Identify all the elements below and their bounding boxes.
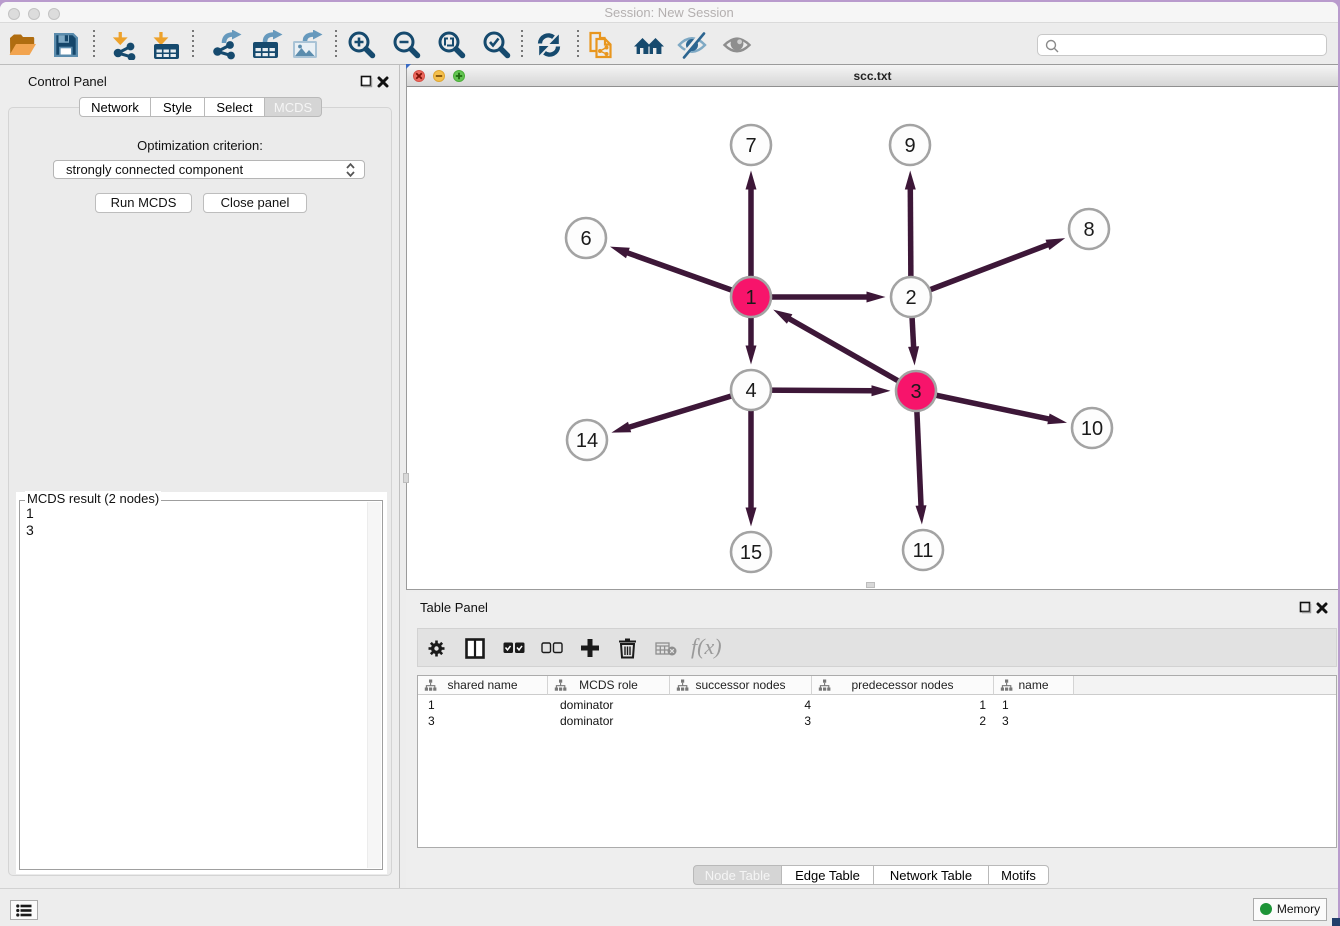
svg-text:15: 15 xyxy=(740,542,762,564)
svg-text:4: 4 xyxy=(745,380,756,402)
svg-text:11: 11 xyxy=(913,540,934,562)
svg-text:3: 3 xyxy=(910,381,921,403)
svg-text:10: 10 xyxy=(1081,418,1103,440)
svg-text:8: 8 xyxy=(1083,219,1094,241)
svg-text:7: 7 xyxy=(745,135,756,157)
svg-text:6: 6 xyxy=(580,228,591,250)
svg-text:9: 9 xyxy=(904,135,915,157)
svg-text:2: 2 xyxy=(905,287,916,309)
svg-text:1: 1 xyxy=(745,287,756,309)
svg-text:14: 14 xyxy=(576,430,598,452)
